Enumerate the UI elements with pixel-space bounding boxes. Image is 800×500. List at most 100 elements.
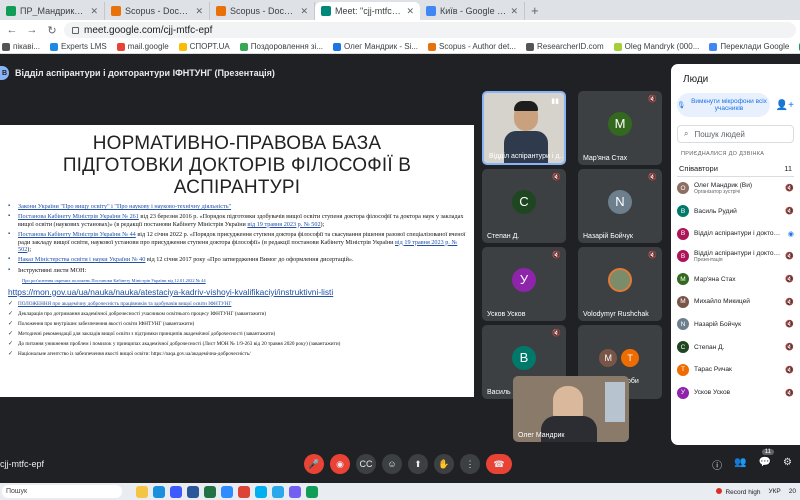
mic-off-icon[interactable]: 🔇 [785, 207, 794, 215]
bookmark-item[interactable]: пікаві... [2, 42, 40, 51]
bookmark-item[interactable]: СПОРТ.UA [178, 42, 230, 51]
os-taskbar: Пошук Record high УКР 20 [0, 483, 800, 500]
mic-off-icon[interactable]: 🔇 [785, 184, 794, 192]
close-tab-icon[interactable]: ✕ [510, 6, 518, 17]
slide-link[interactable]: Постанова Кабінету Міністрів України № 2… [18, 213, 139, 220]
add-people-icon[interactable]: 👤+ [776, 100, 794, 111]
taskbar-search[interactable]: Пошук [2, 485, 122, 498]
slide-link[interactable]: Закони України "Про вищу освіту" і "Про … [18, 203, 231, 210]
skype-icon[interactable] [255, 485, 267, 498]
close-tab-icon[interactable]: ✕ [90, 6, 98, 17]
browser-tab[interactable]: Київ - Google Пошук ✕ [420, 2, 525, 20]
slide-text: ); [320, 220, 325, 228]
raise-hand-button[interactable]: ✋ [434, 454, 454, 474]
tab-label: Київ - Google Пошук [440, 6, 506, 16]
speaking-icon[interactable]: ◉ [788, 230, 794, 238]
mon-instructions-link[interactable]: https://mon.gov.ua/ua/nauka/nauka/atesta… [8, 287, 470, 296]
zoom-icon[interactable] [221, 485, 233, 498]
self-view-tile[interactable]: Олег Мандрик [513, 376, 629, 442]
mic-off-icon[interactable]: 🔇 [785, 320, 794, 328]
browser-tab[interactable]: ПР_Мандрик_2023_1.xlsx - Go ✕ [0, 2, 105, 20]
close-tab-icon[interactable]: ✕ [406, 6, 414, 17]
mic-off-icon[interactable]: 🔇 [785, 252, 794, 260]
clock[interactable]: 20 [789, 488, 796, 495]
mic-off-icon[interactable]: 🔇 [785, 343, 794, 351]
bookmark-item[interactable]: Поздоровлення зі... [239, 42, 323, 51]
tab-favicon-icon [6, 6, 16, 16]
close-tab-icon[interactable]: ✕ [195, 6, 203, 17]
participant-list-item[interactable]: В Відділ аспірантури і докторан... ◉ [677, 222, 794, 245]
mic-off-icon[interactable]: 🔇 [785, 298, 794, 306]
mic-off-icon[interactable]: 🔇 [785, 275, 794, 283]
checklist-item: ✓ Декларація про дотримання академічної д… [8, 311, 470, 317]
browser-tab[interactable]: Meet: "cjj-mtfc-epf" ✕ [315, 2, 420, 20]
hang-up-button[interactable]: ☎ [486, 454, 512, 474]
mic-toggle-button[interactable]: 🎤 [304, 454, 324, 474]
slide-link[interactable]: Наказ Міністерства освіти і науки Україн… [18, 256, 145, 263]
lock-icon [72, 26, 79, 34]
participant-list-item[interactable]: В Василь Рудий 🔇 [677, 200, 794, 223]
mic-off-icon[interactable]: 🔇 [785, 389, 794, 397]
bookmark-item[interactable]: Переклади Google [709, 42, 789, 51]
meeting-code: cjj-mtfc-epf [0, 459, 45, 469]
participant-list-item[interactable]: О Олег Мандрик (Ви) Організатор зустрічі 🔇 [677, 177, 794, 200]
new-tab-button[interactable]: + [525, 2, 545, 20]
browser-tab[interactable]: Scopus - Document search✕ [210, 2, 315, 20]
browser-tab[interactable]: Scopus - Document search✕ [105, 2, 210, 20]
back-icon[interactable]: ← [4, 24, 20, 36]
participant-tile[interactable]: С 🔇 Степан Д. [482, 169, 566, 243]
info-icon[interactable]: ⓘ [712, 457, 722, 472]
people-icon[interactable]: 👥 [734, 457, 746, 472]
store-icon[interactable] [170, 485, 182, 498]
participant-tile[interactable]: M 🔇 Мар'яна Стах [578, 91, 662, 165]
excel-icon[interactable] [204, 485, 216, 498]
chat-icon[interactable]: 💬 [759, 457, 771, 472]
slide-link[interactable]: Постанова Кабінету Міністрів України № 4… [18, 231, 136, 238]
telegram-icon[interactable] [272, 485, 284, 498]
bookmark-item[interactable]: ResearcherID.com [525, 42, 604, 51]
bookmark-item[interactable]: Олег Мандрик - Si... [333, 42, 418, 51]
reactions-button[interactable]: ☺ [382, 454, 402, 474]
bookmarks-bar: пікаві... Experts LMS mail.google СПОРТ.UA П… [0, 40, 800, 54]
participant-list-item[interactable]: В Відділ аспірантури і докторан...Презент… [677, 245, 794, 268]
contributors-group[interactable]: Співавтори 11 [677, 161, 794, 177]
participant-tile[interactable]: ▮▮ Відділ аспірантури і д... [482, 91, 566, 165]
forward-icon[interactable]: → [24, 24, 40, 36]
language-indicator[interactable]: УКР [769, 488, 781, 495]
captions-button[interactable]: CC [356, 454, 376, 474]
letters-note-link[interactable]: Про роз'яснення окремих положень Постано… [22, 277, 470, 284]
mute-all-button[interactable]: 🎙 Вимкнути мікрофони всіх учасників [677, 93, 770, 117]
participant-tile[interactable]: 🔇 Volodymyr Rushchak [578, 247, 662, 321]
file-explorer-icon[interactable] [136, 485, 148, 498]
people-search-input[interactable]: ⌕ Пошук людей [677, 125, 794, 143]
viber-icon[interactable] [289, 485, 301, 498]
participant-list-item[interactable]: N Назарій Бойчук 🔇 [677, 313, 794, 336]
participant-list-item[interactable]: У Усков Усков 🔇 [677, 381, 794, 404]
participant-list-item[interactable]: M Михайло Микицей 🔇 [677, 290, 794, 313]
participant-list-item[interactable]: С Степан Д. 🔇 [677, 336, 794, 359]
slide-link[interactable]: від 19 травня 2023 р. № 502 [247, 221, 320, 228]
word-icon[interactable] [187, 485, 199, 498]
bookmark-item[interactable]: Oleg Mandryk (000... [613, 42, 699, 51]
close-tab-icon[interactable]: ✕ [300, 6, 308, 17]
present-button[interactable]: ⬆ [408, 454, 428, 474]
participant-list-item[interactable]: T Тарас Ричак 🔇 [677, 359, 794, 382]
participant-list-item[interactable]: M Мар'яна Стах 🔇 [677, 268, 794, 291]
address-bar[interactable]: meet.google.com/cjj-mtfc-epf [64, 22, 796, 38]
chrome-icon[interactable] [238, 485, 250, 498]
bookmark-item[interactable]: Experts LMS [49, 42, 107, 51]
checklist-text: Національне агентство із забезпечення як… [18, 351, 251, 358]
camera-toggle-button[interactable]: ◉ [330, 454, 350, 474]
bookmark-item[interactable]: mail.google [116, 42, 169, 51]
participant-name: Відділ аспірантури і докторан... [694, 249, 780, 257]
participant-tile[interactable]: У 🔇 Усков Усков [482, 247, 566, 321]
chrome-app-icon[interactable] [306, 485, 318, 498]
slide-bullet: ▪ Інструктивні листи МОН: [8, 267, 470, 274]
edge-icon[interactable] [153, 485, 165, 498]
reload-icon[interactable]: ↻ [44, 24, 60, 37]
mic-off-icon[interactable]: 🔇 [785, 366, 794, 374]
activities-icon[interactable]: ⚙ [783, 457, 792, 472]
bookmark-item[interactable]: Scopus - Author det... [428, 42, 516, 51]
more-options-button[interactable]: ⋮ [460, 454, 480, 474]
participant-tile[interactable]: N 🔇 Назарій Бойчук [578, 169, 662, 243]
